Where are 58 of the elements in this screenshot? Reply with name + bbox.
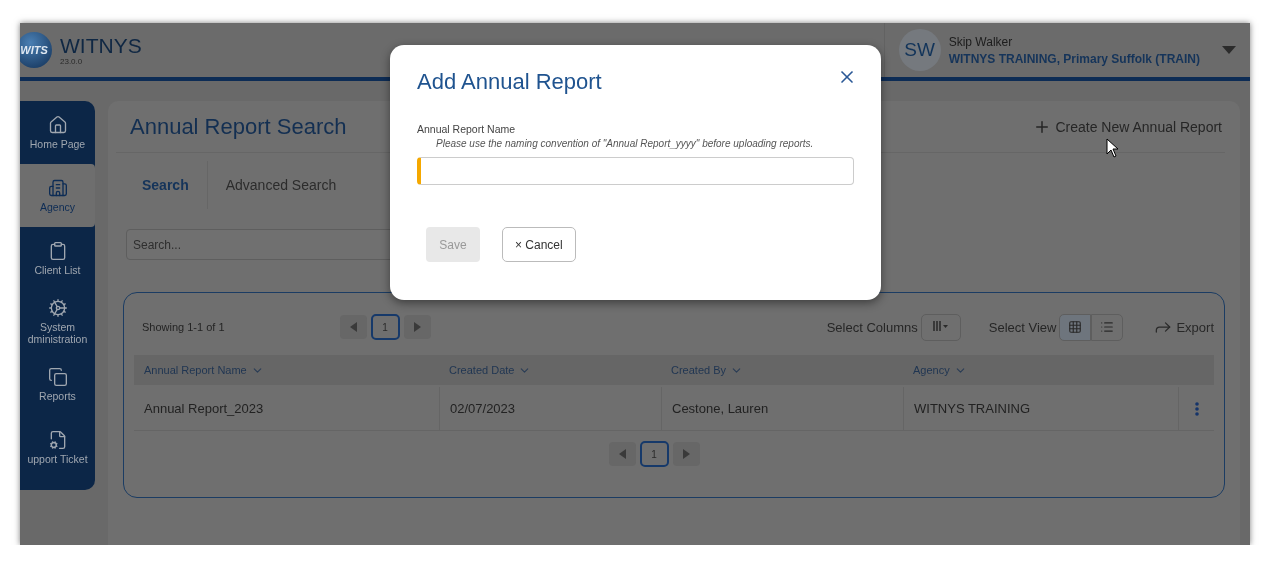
right-triangle-icon	[413, 322, 421, 332]
user-name: Skip Walker	[948, 34, 1014, 49]
cancel-button[interactable]: × Cancel	[502, 227, 576, 262]
tab[interactable]: Advanced Search	[207, 161, 355, 209]
table-cell: WITNYS TRAINING	[903, 387, 1178, 431]
right-triangle-icon	[682, 449, 690, 459]
column-header[interactable]: Created Date	[439, 355, 661, 385]
previous-page-button[interactable]	[608, 442, 636, 466]
table-cell: Annual Report_2023	[134, 387, 439, 431]
list-icon	[1100, 320, 1115, 334]
dropdown-caret-icon[interactable]	[1222, 46, 1236, 54]
kebab-menu-icon	[1194, 401, 1199, 416]
column-header[interactable]: Agency	[903, 355, 1178, 385]
page-number-button[interactable]: 1	[639, 441, 669, 467]
page-number-button[interactable]: 1	[370, 314, 400, 340]
sidebar-item[interactable]: System dministration	[20, 290, 95, 353]
select-columns-label: Select Columns	[826, 319, 918, 335]
export-button[interactable]: Export	[1153, 317, 1214, 337]
view-toggle-button[interactable]	[1059, 313, 1092, 341]
nav-icon	[47, 298, 68, 318]
sidebar-item[interactable]: Agency	[20, 164, 95, 227]
field-label: Annual Report Name	[417, 123, 517, 135]
columns-dropdown-button[interactable]	[920, 313, 961, 341]
table-cell: Cestone, Lauren	[661, 387, 903, 431]
create-report-button[interactable]: Create New Annual Report	[1030, 117, 1225, 136]
cursor-icon	[1106, 138, 1119, 158]
tab[interactable]: Search	[134, 161, 208, 209]
previous-page-button[interactable]	[339, 315, 367, 339]
left-triangle-icon	[618, 449, 626, 459]
report-name-field[interactable]	[417, 157, 854, 185]
sidebar-item[interactable]: Reports	[20, 353, 95, 416]
sidebar-item[interactable]: upport Ticket	[20, 416, 95, 479]
nav-icon	[47, 367, 68, 387]
row-actions-button[interactable]	[1178, 387, 1214, 431]
results-summary: Showing 1-1 of 1	[142, 321, 225, 333]
dialog-title: Add Annual Report	[417, 69, 602, 95]
view-toggle-button[interactable]	[1091, 313, 1124, 341]
user-organization: WITNYS TRAINING, Primary Suffolk (TRAIN)	[948, 51, 1200, 66]
columns-icon	[931, 319, 950, 332]
sidebar-item[interactable]: Client List	[20, 227, 95, 290]
nav-icon	[47, 178, 68, 198]
left-triangle-icon	[349, 322, 357, 332]
column-header[interactable]: Created By	[661, 355, 903, 385]
table-cell: 02/07/2023	[439, 387, 661, 431]
user-menu[interactable]: SW Skip Walker WITNYS TRAINING, Primary Suffolk (TRAIN)	[883, 23, 1250, 77]
next-page-button[interactable]	[672, 442, 700, 466]
sidebar-item[interactable]: Home Page	[20, 101, 95, 164]
logo: WITS	[20, 32, 52, 68]
column-header[interactable]: Annual Report Name	[134, 355, 439, 385]
page-title: Annual Report Search	[130, 113, 347, 140]
next-page-button[interactable]	[403, 315, 431, 339]
app-name: WITNYS	[60, 34, 142, 57]
user-avatar: SW	[898, 29, 941, 71]
select-view-label: Select View	[988, 319, 1057, 335]
nav-icon	[47, 430, 68, 450]
field-hint: Please use the naming convention of "Annual Report_yyyy" before uploading reports.	[436, 138, 815, 149]
grid-icon	[1068, 320, 1083, 334]
nav-icon	[47, 115, 68, 135]
